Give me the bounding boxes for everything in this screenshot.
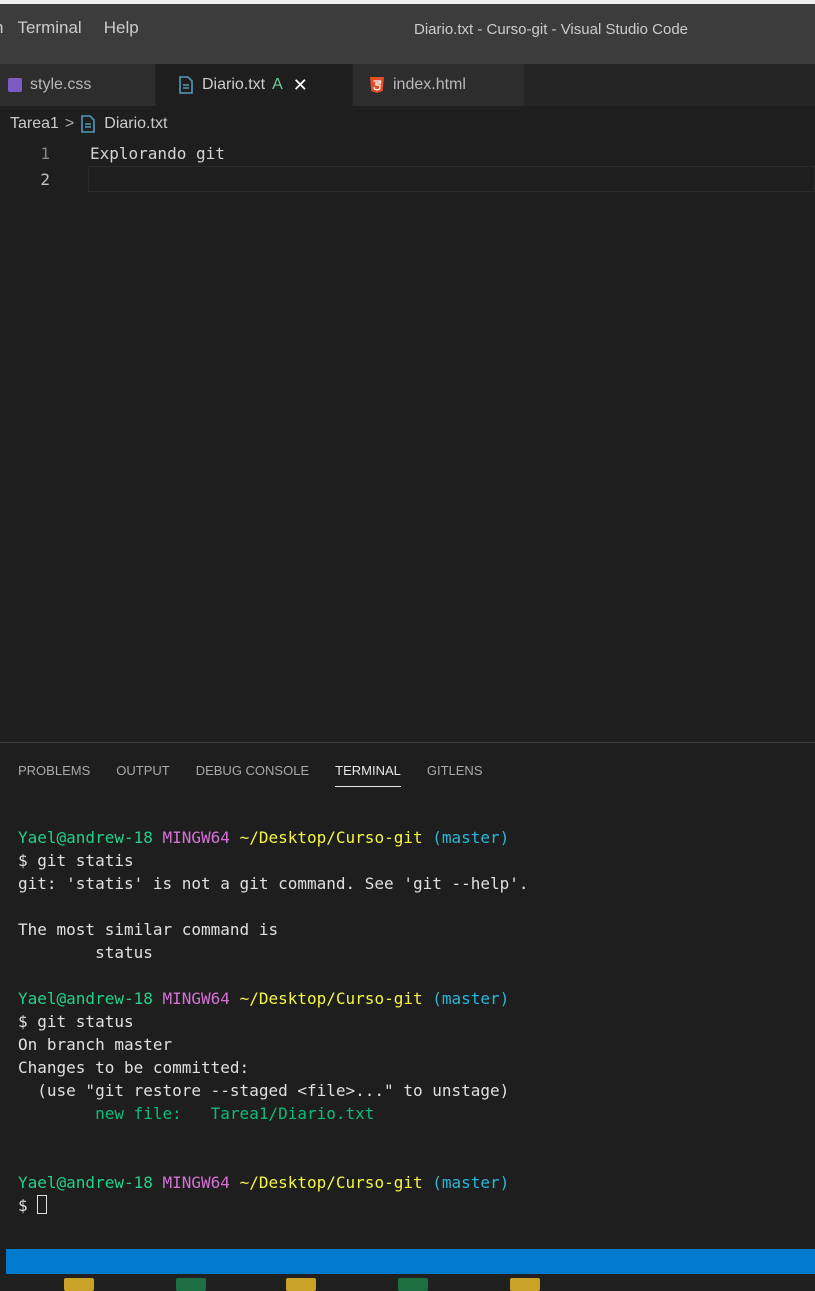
status-bar [6,1249,815,1274]
prompt-branch: (master) [432,1173,510,1192]
prompt-path: ~/Desktop/Curso-git [239,828,423,847]
terminal-line: On branch master [18,1035,173,1054]
tab-label: index.html [393,76,466,93]
terminal-line: status [18,943,153,962]
current-line-highlight [88,166,815,192]
terminal-output[interactable]: Yael@andrew-18 MINGW64 ~/Desktop/Curso-g… [18,826,808,1217]
tab-gitlens[interactable]: GITLENS [427,763,483,787]
prompt-system: MINGW64 [162,1173,230,1192]
html5-icon [370,77,384,93]
css-file-icon [8,78,22,92]
panel-tab-bar: PROBLEMS OUTPUT DEBUG CONSOLE TERMINAL G… [18,763,508,787]
tab-terminal[interactable]: TERMINAL [335,763,401,787]
text-file-icon [179,76,193,94]
tab-problems[interactable]: PROBLEMS [18,763,90,787]
tab-index-html[interactable]: index.html [353,64,525,106]
prompt-path: ~/Desktop/Curso-git [239,989,423,1008]
close-icon[interactable]: ✕ [293,75,308,96]
editor-tab-bar: style.css Diario.txt A ✕ index.html [0,64,815,106]
terminal-line: The most similar command is [18,920,279,939]
prompt-user: Yael@andrew-18 [18,1173,153,1192]
staged-file-line: new file: Tarea1/Diario.txt [18,1104,375,1123]
prompt-user: Yael@andrew-18 [18,989,153,1008]
terminal-prompt: Yael@andrew-18 MINGW64 ~/Desktop/Curso-g… [18,826,808,849]
folder-icon[interactable] [510,1278,540,1291]
breadcrumb-folder[interactable]: Tarea1 [10,115,59,133]
tab-style-css[interactable]: style.css [0,64,156,106]
tab-output[interactable]: OUTPUT [116,763,169,787]
editor-line[interactable]: 1 Explorando git [0,140,815,166]
terminal-command: $ git statis [18,851,134,870]
editor-line-current[interactable]: 2 [0,166,815,192]
prompt-branch: (master) [432,989,510,1008]
terminal-prompt: Yael@andrew-18 MINGW64 ~/Desktop/Curso-g… [18,987,808,1010]
code-editor[interactable]: 1 Explorando git 2 [0,138,815,742]
line-text[interactable]: Explorando git [90,144,225,163]
terminal-command: $ git status [18,1012,134,1031]
terminal-input-line[interactable]: $ [18,1194,808,1217]
terminal-line: Changes to be committed: [18,1058,250,1077]
line-number: 1 [40,143,50,163]
text-file-icon [81,115,96,133]
breadcrumb-file[interactable]: Diario.txt [104,115,167,133]
line-number: 2 [40,169,50,189]
tab-label: style.css [30,76,92,93]
terminal-prompt: Yael@andrew-18 MINGW64 ~/Desktop/Curso-g… [18,1171,808,1194]
terminal-prompt-symbol: $ [18,1196,28,1215]
title-bar: n Terminal Help Diario.txt - Curso-git -… [0,0,815,66]
prompt-system: MINGW64 [162,828,230,847]
tab-debug-console[interactable]: DEBUG CONSOLE [196,763,309,787]
terminal-line: git: 'statis' is not a git command. See … [18,874,529,893]
excel-icon[interactable] [398,1278,428,1291]
menu-item-terminal[interactable]: Terminal [17,18,81,38]
tab-label: Diario.txt [202,76,266,93]
prompt-path: ~/Desktop/Curso-git [239,1173,423,1192]
git-added-badge: A [272,76,283,93]
excel-icon[interactable] [176,1278,206,1291]
windows-taskbar [0,1274,815,1291]
folder-icon[interactable] [64,1278,94,1291]
breadcrumb: Tarea1 > Diario.txt [10,112,167,136]
menu-bar: n Terminal Help [0,18,161,38]
prompt-branch: (master) [432,828,510,847]
menu-item-help[interactable]: Help [104,18,139,38]
folder-icon[interactable] [286,1278,316,1291]
terminal-line: (use "git restore --staged <file>..." to… [18,1081,510,1100]
prompt-user: Yael@andrew-18 [18,828,153,847]
window-title: Diario.txt - Curso-git - Visual Studio C… [414,21,688,38]
prompt-system: MINGW64 [162,989,230,1008]
tab-diario-txt[interactable]: Diario.txt A ✕ [156,64,353,106]
menu-item-partial[interactable]: n [0,18,3,38]
breadcrumb-separator: > [64,115,75,132]
terminal-cursor [37,1195,48,1214]
